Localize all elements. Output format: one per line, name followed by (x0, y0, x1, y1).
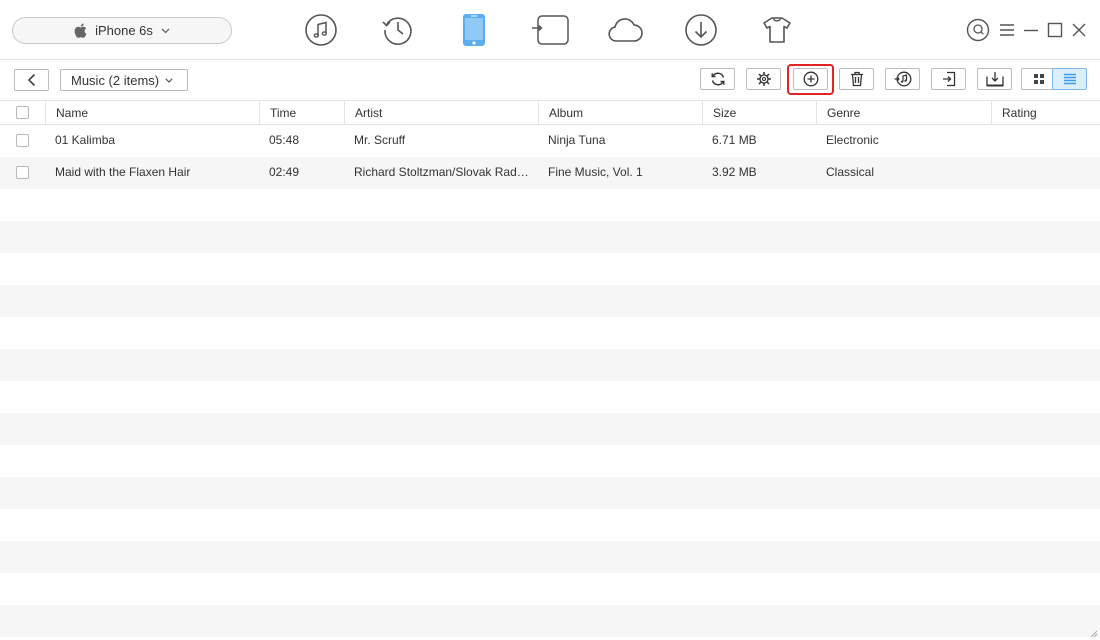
to-computer-icon (942, 71, 955, 87)
empty-row (0, 189, 1100, 221)
device-name: iPhone 6s (95, 23, 153, 38)
grid-view-button[interactable] (1021, 68, 1056, 90)
cell-size: 6.71 MB (712, 133, 757, 147)
empty-row (0, 221, 1100, 253)
add-button[interactable] (793, 68, 828, 90)
column-header-artist[interactable]: Artist (344, 101, 538, 125)
cell-artist: Richard Stoltzman/Slovak Radio Symphony … (354, 165, 530, 179)
delete-button[interactable] (839, 68, 874, 90)
device-manager-icon[interactable] (456, 12, 492, 48)
empty-row (0, 573, 1100, 605)
empty-row (0, 349, 1100, 381)
empty-row (0, 509, 1100, 541)
category-selector[interactable]: Music (2 items) (60, 69, 188, 91)
cell-album: Ninja Tuna (548, 133, 606, 147)
grid-view-icon (1033, 74, 1044, 84)
cell-name: Maid with the Flaxen Hair (55, 165, 191, 179)
delete-icon (850, 71, 863, 87)
table-row[interactable]: Maid with the Flaxen Hair 02:49 Richard … (0, 157, 1100, 189)
cell-name: 01 Kalimba (55, 133, 116, 147)
empty-row (0, 317, 1100, 349)
row-checkbox[interactable] (16, 134, 29, 147)
cell-time: 02:49 (269, 165, 300, 179)
column-header-size[interactable]: Size (702, 101, 817, 125)
cell-rating (991, 125, 1100, 157)
settings-icon (756, 72, 771, 86)
to-itunes-button[interactable] (885, 68, 920, 90)
table-header: Name Time Artist Album Size Genre Rating (0, 100, 1100, 125)
empty-row (0, 605, 1100, 637)
column-header-rating[interactable]: Rating (991, 101, 1100, 125)
resize-grip-icon[interactable] (1090, 630, 1098, 638)
download-icon[interactable] (683, 12, 719, 48)
empty-row (0, 381, 1100, 413)
category-label: Music (2 items) (71, 72, 160, 88)
close-icon[interactable] (1067, 18, 1091, 42)
cell-artist: Mr. Scruff (354, 133, 406, 147)
column-header-time[interactable]: Time (259, 101, 344, 125)
top-bar: iPhone 6s (0, 0, 1100, 60)
empty-row (0, 541, 1100, 573)
chevron-down-icon (165, 77, 173, 83)
table-row[interactable]: 01 Kalimba 05:48 Mr. Scruff Ninja Tuna 6… (0, 125, 1100, 157)
toolbar: Music (2 items) (0, 60, 1100, 100)
cell-size: 3.92 MB (712, 165, 757, 179)
cell-genre: Classical (826, 165, 875, 179)
back-button[interactable] (14, 69, 49, 91)
select-all-checkbox[interactable] (16, 106, 29, 119)
apple-icon (74, 23, 87, 38)
maximize-icon[interactable] (1043, 18, 1067, 42)
to-device-button[interactable] (977, 68, 1012, 90)
settings-button[interactable] (746, 68, 781, 90)
empty-row (0, 445, 1100, 477)
empty-row (0, 285, 1100, 317)
empty-row (0, 477, 1100, 509)
to-ios-icon[interactable] (531, 12, 569, 48)
refresh-button[interactable] (700, 68, 735, 90)
chevron-down-icon (161, 28, 170, 33)
device-selector[interactable]: iPhone 6s (12, 17, 232, 44)
icloud-icon[interactable] (606, 12, 644, 48)
row-checkbox[interactable] (16, 166, 29, 179)
to-device-icon (985, 72, 1004, 87)
menu-icon[interactable] (995, 18, 1019, 42)
column-header-name[interactable]: Name (45, 101, 260, 125)
to-computer-button[interactable] (931, 68, 966, 90)
chevron-left-icon (27, 73, 36, 87)
empty-row (0, 413, 1100, 445)
list-view-button[interactable] (1052, 68, 1087, 90)
empty-row (0, 253, 1100, 285)
toolkit-icon[interactable] (759, 12, 795, 48)
column-header-genre[interactable]: Genre (816, 101, 991, 125)
list-view-icon (1063, 73, 1076, 85)
account-icon[interactable] (966, 18, 990, 42)
refresh-icon (711, 72, 724, 86)
column-header-album[interactable]: Album (538, 101, 703, 125)
minimize-icon[interactable] (1019, 18, 1043, 42)
cell-album: Fine Music, Vol. 1 (548, 165, 643, 179)
cell-rating (991, 157, 1100, 189)
backup-history-icon[interactable] (380, 12, 416, 48)
music-table: Name Time Artist Album Size Genre Rating… (0, 100, 1100, 640)
cell-time: 05:48 (269, 133, 300, 147)
to-itunes-icon (894, 71, 911, 87)
add-icon (803, 71, 818, 87)
itunes-library-icon[interactable] (303, 12, 339, 48)
cell-genre: Electronic (826, 133, 879, 147)
